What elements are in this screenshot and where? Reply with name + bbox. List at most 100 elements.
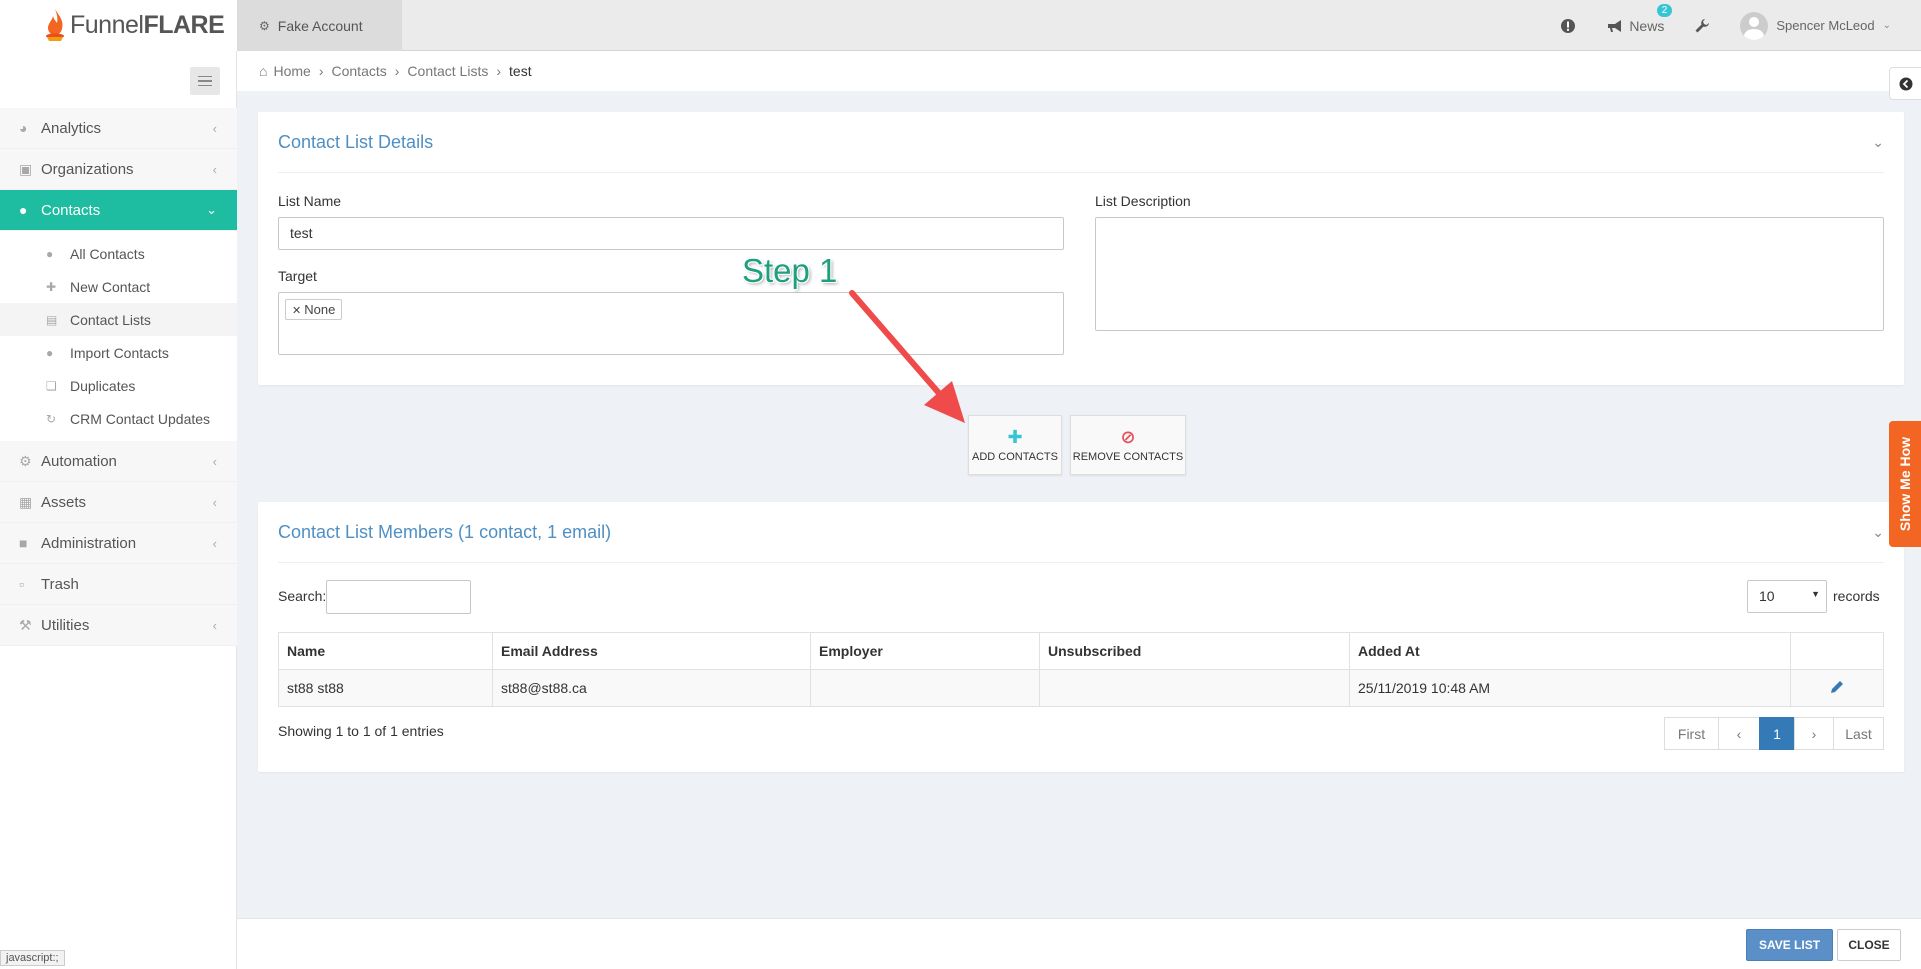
avatar: [1740, 11, 1769, 40]
logo-text-bold: FLARE: [143, 11, 225, 39]
logo-text-light: Funnel: [70, 11, 144, 39]
chevron-down-icon[interactable]: ⌄: [1872, 134, 1884, 151]
chevron-down-icon[interactable]: ⌄: [1872, 524, 1884, 541]
page-size-select[interactable]: 10 ▼: [1747, 580, 1827, 613]
wrench-icon: [1695, 18, 1710, 32]
column-header-unsubscribed[interactable]: Unsubscribed: [1039, 632, 1350, 670]
news-label: News: [1629, 17, 1665, 34]
pagination-prev[interactable]: ‹: [1718, 717, 1760, 750]
grid-icon: ▦: [19, 493, 33, 510]
sidebar-subitem-new-contact[interactable]: ✚ New Contact: [0, 270, 237, 303]
refresh-icon: ↻: [46, 411, 57, 426]
step-annotation-label: Step 1: [742, 252, 838, 289]
records-label: records: [1833, 588, 1880, 604]
footer-bar: SAVE LIST CLOSE: [237, 918, 1921, 969]
breadcrumb-separator: ›: [394, 63, 400, 79]
column-header-name[interactable]: Name: [278, 632, 493, 670]
news-badge: 2: [1656, 3, 1673, 17]
breadcrumb-contacts[interactable]: Contacts: [332, 63, 387, 79]
breadcrumb-home[interactable]: Home: [273, 63, 310, 79]
pagination-last[interactable]: Last: [1833, 717, 1884, 750]
close-icon[interactable]: ✕: [292, 305, 301, 317]
search-label: Search:: [278, 588, 327, 604]
breadcrumb-separator: ›: [318, 63, 324, 79]
news-button[interactable]: News 2: [1606, 3, 1673, 34]
column-header-email[interactable]: Email Address: [492, 632, 811, 670]
wrench-icon: ⚒: [19, 616, 32, 633]
top-right-menu: News 2 Spencer McLeod ⌄: [1560, 0, 1921, 51]
sidebar-item-trash[interactable]: ▫ Trash: [0, 564, 237, 605]
alert-button[interactable]: [1560, 18, 1576, 34]
table-header-row: Name Email Address Employer Unsubscribed…: [278, 632, 1884, 670]
sidebar-item-automation[interactable]: ⚙ Automation ‹: [0, 441, 237, 482]
sitemap-icon: ▣: [19, 160, 33, 177]
list-description-textarea[interactable]: [1095, 217, 1884, 331]
sidebar-item-assets[interactable]: ▦ Assets ‹: [0, 482, 237, 523]
sidebar-subitem-all-contacts[interactable]: ● All Contacts: [0, 237, 237, 270]
pagination-first[interactable]: First: [1664, 717, 1719, 750]
chevron-left-icon: ‹: [212, 161, 217, 177]
panel-title: Contact List Members (1 contact, 1 email…: [278, 522, 612, 542]
annotation-arrow: [849, 290, 965, 423]
funnelflare-logo[interactable]: FunnelFLARE: [0, 0, 237, 51]
target-label: Target: [278, 268, 317, 284]
sidebar-item-administration[interactable]: ■ Administration ‹: [0, 523, 237, 564]
top-bar: FunnelFLARE ⚙ Fake Account News 2 Spence…: [0, 0, 1921, 51]
sitemap-icon: ⚙: [259, 18, 270, 33]
user-menu[interactable]: Spencer McLeod ⌄: [1740, 11, 1891, 40]
pagination-next[interactable]: ›: [1794, 717, 1834, 750]
table-row[interactable]: st88 st88 st88@st88.ca 25/11/2019 10:48 …: [278, 669, 1884, 707]
flame-icon: [46, 8, 64, 41]
contact-list-details-panel: Contact List Details ⌄ List Name test Ta…: [258, 112, 1904, 385]
breadcrumb-separator: ›: [496, 63, 502, 79]
sidebar-item-contacts[interactable]: ● Contacts ⌄: [0, 190, 237, 231]
members-table: Name Email Address Employer Unsubscribed…: [278, 632, 1884, 707]
ban-icon: ⊘: [1120, 426, 1136, 447]
tenant-name: Fake Account: [277, 17, 363, 34]
chevron-left-icon: ‹: [212, 120, 217, 136]
remove-contacts-button[interactable]: ⊘ REMOVE CONTACTS: [1070, 415, 1186, 475]
users-icon: ●: [19, 202, 28, 218]
add-contacts-button[interactable]: ✚ ADD CONTACTS: [968, 415, 1062, 475]
column-header-employer[interactable]: Employer: [810, 632, 1040, 670]
gears-icon: ⚙: [19, 452, 32, 469]
chevron-left-icon: ‹: [212, 453, 217, 469]
sidebar-item-utilities[interactable]: ⚒ Utilities ‹: [0, 605, 237, 646]
sidebar-subitem-crm-contact-updates[interactable]: ↻ CRM Contact Updates: [0, 402, 237, 435]
dashboard-icon: ◕: [19, 120, 28, 136]
sidebar-item-analytics[interactable]: ◕ Analytics ‹: [0, 108, 237, 149]
showing-entries-text: Showing 1 to 1 of 1 entries: [278, 723, 444, 739]
breadcrumb: ⌂ Home › Contacts › Contact Lists › test: [237, 51, 1921, 91]
list-description-label: List Description: [1095, 193, 1191, 209]
back-circle-button[interactable]: [1889, 67, 1921, 100]
tenant-switcher[interactable]: ⚙ Fake Account: [237, 0, 402, 51]
show-me-how-tab[interactable]: Show Me How: [1889, 421, 1921, 547]
breadcrumb-contact-lists[interactable]: Contact Lists: [407, 63, 488, 79]
pencil-icon[interactable]: [1829, 679, 1845, 695]
save-list-button[interactable]: SAVE LIST: [1746, 929, 1833, 961]
cell-name: st88 st88: [278, 669, 493, 707]
status-bar-url: javascript:;: [0, 950, 65, 966]
arrow-circle-left-icon: [1899, 77, 1912, 90]
pagination-page-1[interactable]: 1: [1759, 717, 1795, 750]
chevron-down-icon: ⌄: [1882, 20, 1891, 31]
list-name-input[interactable]: test: [278, 217, 1064, 250]
breadcrumb-current: test: [509, 63, 532, 79]
cell-unsubscribed: [1039, 669, 1350, 707]
tools-button[interactable]: [1694, 18, 1710, 34]
plus-icon: ✚: [1007, 426, 1023, 447]
sidebar-subitem-import-contacts[interactable]: ● Import Contacts: [0, 336, 237, 369]
close-button[interactable]: CLOSE: [1837, 929, 1901, 961]
sidebar-subitem-contact-lists[interactable]: ▤ Contact Lists: [0, 303, 237, 336]
search-input[interactable]: [326, 580, 471, 614]
sidebar-toggle-button[interactable]: [190, 67, 220, 95]
pagination: First ‹ 1 › Last: [1664, 717, 1884, 750]
list-name-label: List Name: [278, 193, 342, 209]
sidebar-item-organizations[interactable]: ▣ Organizations ‹: [0, 149, 237, 190]
list-icon: ▤: [46, 312, 58, 327]
sidebar-subitem-duplicates[interactable]: ❏ Duplicates: [0, 369, 237, 402]
column-header-actions: [1790, 632, 1884, 670]
column-header-added-at[interactable]: Added At: [1349, 632, 1791, 670]
users-icon: ●: [46, 246, 54, 261]
target-tag[interactable]: ✕ None: [285, 299, 343, 320]
